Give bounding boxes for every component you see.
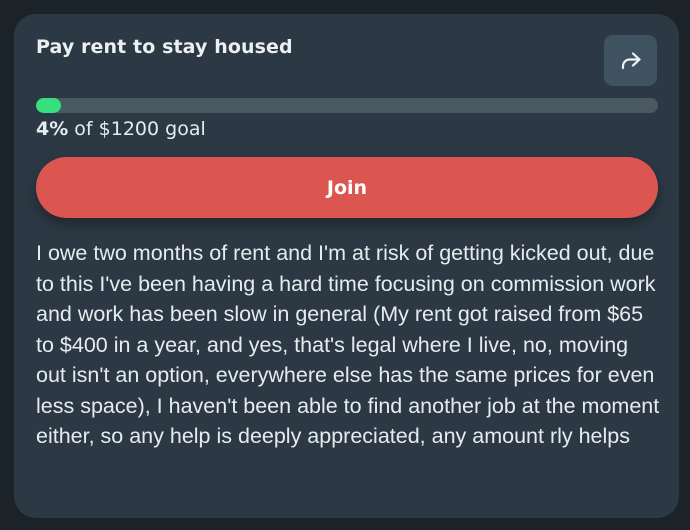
fundraiser-card: Pay rent to stay housed 4% of $1200 goal… <box>14 14 679 518</box>
share-button[interactable] <box>604 35 657 86</box>
share-arrow-icon <box>620 51 642 71</box>
goal-percent: 4% <box>36 118 69 140</box>
goal-progress-fill <box>36 98 61 113</box>
join-button[interactable]: Join <box>36 157 658 218</box>
goal-progress-bar <box>36 98 658 113</box>
fundraiser-title: Pay rent to stay housed <box>36 36 293 58</box>
goal-status: 4% of $1200 goal <box>36 118 206 140</box>
fundraiser-description: I owe two months of rent and I'm at risk… <box>36 241 660 448</box>
goal-amount-text: of $1200 goal <box>68 118 206 140</box>
